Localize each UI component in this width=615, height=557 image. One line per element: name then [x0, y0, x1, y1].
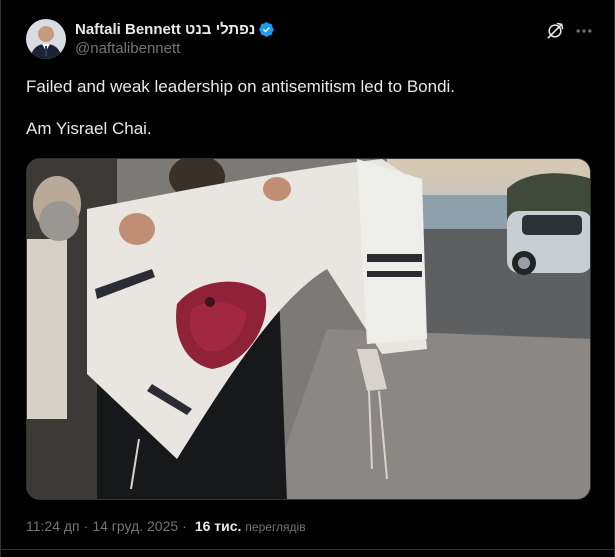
meta-separator: · [182, 518, 187, 534]
tweet-meta: 11:24 дп · 14 груд. 2025 · 16 тис. перег… [26, 518, 306, 534]
meta-separator: · [83, 518, 89, 534]
tweet-text-line: Am Yisrael Chai. [26, 119, 152, 138]
verified-badge-icon [258, 21, 275, 38]
views-label: переглядів [245, 520, 306, 534]
avatar[interactable] [26, 19, 66, 59]
grok-icon [547, 22, 564, 39]
tweet-card: Naftali Bennett נפתלי בנט @naftalibennet… [0, 0, 615, 557]
photo-image [27, 159, 590, 499]
author-display-name[interactable]: Naftali Bennett נפתלי בנט [75, 21, 255, 38]
views-count: 16 тис. [194, 518, 242, 534]
tweet-photo[interactable] [26, 158, 591, 500]
author-handle[interactable]: @naftalibennett [75, 40, 180, 57]
grok-button[interactable] [544, 20, 566, 42]
more-horizontal-icon [576, 29, 592, 33]
tweet-text-line: Failed and weak leadership on antisemiti… [26, 77, 456, 96]
tweet-date[interactable]: 14 груд. 2025 [92, 518, 178, 534]
more-options-button[interactable] [573, 20, 595, 42]
tweet-time[interactable]: 11:24 дп [26, 518, 80, 534]
divider [1, 549, 615, 550]
tweet-text: Failed and weak leadership on antisemiti… [26, 76, 586, 160]
author-name-row: Naftali Bennett נפתלי בנט [75, 19, 275, 39]
